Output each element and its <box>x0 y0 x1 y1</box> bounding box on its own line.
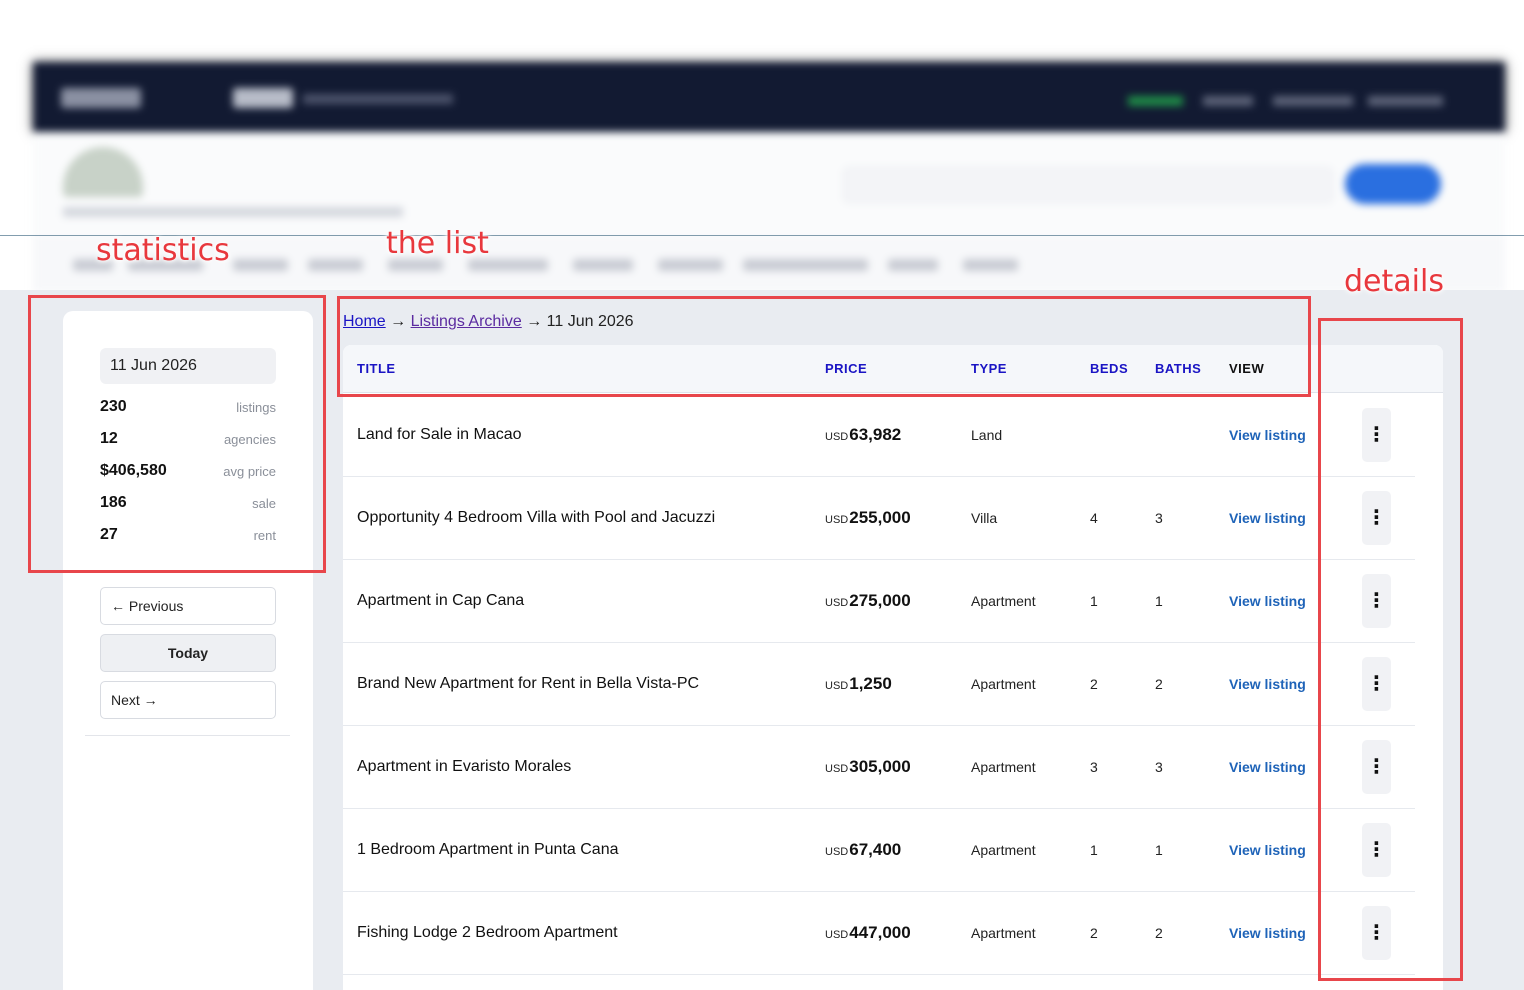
listing-title: Brand New Apartment for Rent in Bella Vi… <box>357 675 700 692</box>
site-logo-secondary <box>233 88 293 108</box>
table-row: Apartment in Cap Cana USD275,000 Apartment… <box>343 560 1415 643</box>
table-row: Opportunity 4 Bedroom Villa with Pool an… <box>343 477 1415 560</box>
listing-price: USD447,000 <box>825 892 911 974</box>
price-value: 67,400 <box>849 840 902 859</box>
view-listing-link[interactable]: View listing <box>1229 892 1306 974</box>
listing-beds: 2 <box>1090 676 1098 692</box>
currency-code: USD <box>825 929 849 941</box>
table-row: Fishing Lodge 2 Bedroom Apartment USD447,… <box>343 892 1415 975</box>
listing-type: Apartment <box>971 925 1036 941</box>
search-input <box>843 167 1333 203</box>
price-value: 305,000 <box>849 757 911 776</box>
view-listing-link[interactable]: View listing <box>1229 643 1306 725</box>
price-value: 63,982 <box>849 425 902 444</box>
listing-price: USD255,000 <box>825 477 911 559</box>
listing-title: Fishing Lodge 2 Bedroom Apartment <box>357 924 618 941</box>
listing-price: USD275,000 <box>825 560 911 642</box>
view-listing-link[interactable]: View listing <box>1229 394 1306 476</box>
currency-code: USD <box>825 680 849 692</box>
next-day-button[interactable]: Next → <box>100 681 276 719</box>
listing-title: Apartment in Cap Cana <box>357 592 525 609</box>
listing-baths: 3 <box>1155 759 1163 775</box>
nav-item <box>308 259 363 271</box>
listing-title: 1 Bedroom Apartment in Punta Cana <box>357 841 619 858</box>
previous-day-button[interactable]: ← Previous <box>100 587 276 625</box>
site-tagline <box>303 94 453 104</box>
listing-beds: 2 <box>1090 925 1098 941</box>
price-value: 255,000 <box>849 508 911 527</box>
listing-price: USD1,250 <box>825 643 892 725</box>
listing-price: USD67,400 <box>825 809 901 891</box>
price-value: 275,000 <box>849 591 911 610</box>
top-link <box>1368 96 1443 106</box>
listing-type: Apartment <box>971 593 1036 609</box>
list-annotation-box <box>337 296 1311 397</box>
listing-type: Land <box>971 427 1003 443</box>
listing-type: Apartment <box>971 676 1036 692</box>
currency-code: USD <box>825 431 849 443</box>
nav-item <box>888 259 938 271</box>
listing-baths: 2 <box>1155 676 1163 692</box>
listing-title: Apartment in Evaristo Morales <box>357 758 572 775</box>
currency-code: USD <box>825 514 849 526</box>
listing-title: Opportunity 4 Bedroom Villa with Pool an… <box>357 509 716 526</box>
listing-type: Apartment <box>971 842 1036 858</box>
view-listing-link[interactable]: View listing <box>1229 477 1306 559</box>
listing-beds: 4 <box>1090 510 1098 526</box>
blurred-site-header <box>33 52 1505 292</box>
details-annotation-box <box>1318 318 1463 981</box>
listing-beds: 1 <box>1090 842 1098 858</box>
listing-type: Apartment <box>971 759 1036 775</box>
brand-tagline <box>63 207 403 217</box>
nav-item <box>963 259 1018 271</box>
price-value: 447,000 <box>849 923 911 942</box>
table-row: 1 Bedroom Apartment in Punta Cana USD67,4… <box>343 809 1415 892</box>
listing-price: USD305,000 <box>825 726 911 808</box>
currency-code: USD <box>825 846 849 858</box>
nav-item <box>233 259 288 271</box>
currency-code: USD <box>825 597 849 609</box>
listing-baths: 1 <box>1155 593 1163 609</box>
listing-type: Villa <box>971 510 998 526</box>
listing-baths: 3 <box>1155 510 1163 526</box>
nav-item <box>573 259 633 271</box>
status-link <box>1128 96 1183 106</box>
details-annotation-label: details <box>1344 264 1444 299</box>
listing-baths: 2 <box>1155 925 1163 941</box>
search-button <box>1345 164 1441 204</box>
price-value: 1,250 <box>849 674 892 693</box>
site-logo <box>61 88 141 108</box>
table-row: Land for Sale in Macao USD63,982 Land View … <box>343 394 1415 477</box>
table-row: Brand New Apartment for Rent in Bella Vi… <box>343 643 1415 726</box>
statistics-annotation-box <box>28 295 326 573</box>
view-listing-link[interactable]: View listing <box>1229 809 1306 891</box>
view-listing-link[interactable]: View listing <box>1229 726 1306 808</box>
listing-price: USD63,982 <box>825 394 901 476</box>
top-navbar <box>33 62 1505 132</box>
listing-baths: 1 <box>1155 842 1163 858</box>
table-row: Apartment in Evaristo Morales USD305,000 A… <box>343 726 1415 809</box>
today-button[interactable]: Today <box>100 634 276 672</box>
list-annotation-label: the list <box>386 226 489 261</box>
top-link <box>1273 96 1353 106</box>
currency-code: USD <box>825 763 849 775</box>
nav-item <box>743 259 868 271</box>
top-link <box>1203 96 1253 106</box>
listing-beds: 3 <box>1090 759 1098 775</box>
listing-title: Land for Sale in Macao <box>357 426 522 443</box>
nav-item <box>658 259 723 271</box>
sidebar-divider <box>85 735 290 736</box>
listing-beds: 1 <box>1090 593 1098 609</box>
statistics-annotation-label: statistics <box>96 233 230 268</box>
view-listing-link[interactable]: View listing <box>1229 560 1306 642</box>
